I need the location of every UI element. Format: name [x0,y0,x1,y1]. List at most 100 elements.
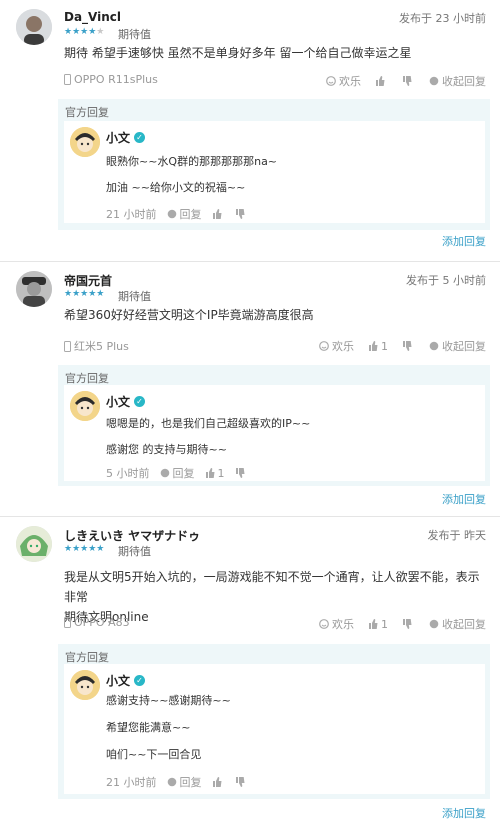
reply-button[interactable]: 回复 [167,206,202,222]
reply-meta: 21 小时前 回复 [106,206,245,222]
reply-meta: 5 小时前 回复 1 [106,465,245,481]
funny-button[interactable]: 欢乐 [326,73,361,89]
thumbs-down-icon [235,468,244,478]
reply-text-line: 希望您能满意~~ [106,721,191,734]
review-content: 期待 希望手速够快 虽然不是单身好多年 留一个给自己做幸运之星 [64,43,484,63]
reply-downvote-button[interactable] [235,209,245,219]
reply-time: 21 小时前 [106,776,157,789]
review-card: Da_Vincl ★★★★★ 期待值 发布于 23 小时前 期待 希望手速够快 … [0,0,500,262]
comment-icon [160,468,169,478]
phone-icon [64,340,71,352]
reply-text-line: 咱们~~下一回合见 [106,748,202,761]
posted-time: 发布于 昨天 [427,529,487,542]
reply-upvote-button[interactable]: 1 [205,467,225,480]
review-meta: OPPO A83 欢乐 1 收起回复 [64,616,486,634]
review-text-line: 我是从文明5开始入坑的，一局游戏能不知不觉一个通宵，让人欲罢不能，表示非常 [64,570,480,604]
review-actions: 欢乐 1 收起回复 [319,616,486,632]
phone-icon [64,74,71,85]
replier-avatar [70,127,100,157]
reply-meta: 21 小时前 回复 [106,774,245,790]
funny-button[interactable]: 欢乐 [319,616,354,632]
upvote-button[interactable] [375,76,388,86]
phone-icon [64,617,71,628]
thumbs-down-icon [235,777,244,787]
reply-downvote-button[interactable] [235,468,245,478]
thumbs-up-icon [369,619,378,629]
username[interactable]: 帝国元首 [64,272,112,289]
rating-label: 期待值 [118,545,151,558]
comment-icon [167,209,176,219]
replier-name: 小文 ✓ [106,672,146,689]
review-actions: 欢乐 1 收起回复 [319,338,486,354]
rating-stars: ★★★★★ [64,27,105,37]
device-name: OPPO A83 [74,616,130,629]
replier-avatar [70,670,100,700]
smile-icon [326,76,336,86]
add-reply-link[interactable]: 添加回复 [442,233,486,249]
smile-icon [319,619,329,629]
review-meta: 红米5 Plus 欢乐 1 收起回复 [64,338,486,356]
official-reply-title: 官方回复 [65,372,109,385]
comment-icon [429,76,439,86]
reply-button[interactable]: 回复 [167,774,202,790]
replier-avatar [70,391,100,421]
reply-text-line: 加油 ~~给你小文的祝福~~ [106,181,246,194]
thumbs-up-icon [376,76,385,86]
official-reply-box: 官方回复 小文 ✓ 眼熟你~~水Q群的那那那那那na~ 加油 ~~给你小文的祝福~… [58,99,490,230]
thumbs-up-icon [205,468,214,478]
reply-text-line: 感谢您 的支持与期待~~ [106,443,227,456]
device-info: OPPO A83 [64,616,130,629]
thumbs-down-icon [403,619,412,629]
official-reply-box: 官方回复 小文 ✓ 感谢支持~~感谢期待~~ 希望您能满意~~ 咱们~~下一回合见… [58,644,490,799]
verified-icon: ✓ [134,675,146,686]
user-avatar[interactable] [16,9,52,45]
device-name: OPPO R11sPlus [74,73,158,86]
funny-button[interactable]: 欢乐 [319,338,354,354]
collapse-replies-button[interactable]: 收起回复 [429,73,486,89]
reply-upvote-button[interactable] [212,209,225,219]
reply-text-line: 眼熟你~~水Q群的那那那那那na~ [106,155,278,168]
upvote-button[interactable]: 1 [368,618,388,631]
reply-text-line: 嗯嗯是的，也是我们自己超级喜欢的IP~~ [106,417,311,430]
reply-text-line: 感谢支持~~感谢期待~~ [106,694,231,707]
comment-icon [429,619,439,629]
official-reply-box: 官方回复 小文 ✓ 嗯嗯是的，也是我们自己超级喜欢的IP~~ 感谢您 的支持与期待… [58,365,490,486]
reply-upvote-button[interactable] [212,777,225,787]
device-name: 红米5 Plus [74,340,129,353]
add-reply-link[interactable]: 添加回复 [442,805,486,821]
username[interactable]: しきえいき ヤマザナドゥ [64,527,200,544]
posted-time: 发布于 23 小时前 [399,12,486,25]
reply-time: 5 小时前 [106,467,150,480]
downvote-button[interactable] [402,341,415,351]
downvote-button[interactable] [402,619,415,629]
official-reply-title: 官方回复 [65,106,109,119]
review-card: しきえいき ヤマザナドゥ ★★★★★ 期待值 发布于 昨天 我是从文明5开始入坑… [0,517,500,829]
reply-downvote-button[interactable] [235,777,245,787]
upvote-button[interactable]: 1 [368,340,388,353]
verified-icon: ✓ [134,132,146,143]
review-meta: OPPO R11sPlus 欢乐 收起回复 [64,73,486,91]
replier-name: 小文 ✓ [106,129,146,146]
reply-time: 21 小时前 [106,208,157,221]
verified-icon: ✓ [134,396,146,407]
smile-icon [319,341,329,351]
reply-card: 小文 ✓ 感谢支持~~感谢期待~~ 希望您能满意~~ 咱们~~下一回合见 21 小… [64,664,485,794]
thumbs-down-icon [403,341,412,351]
review-content: 希望360好好经营文明这个IP毕竟端游高度很高 [64,305,484,325]
rating-stars: ★★★★★ [64,544,105,554]
add-reply-link[interactable]: 添加回复 [442,491,486,507]
rating-label: 期待值 [118,28,151,41]
official-reply-title: 官方回复 [65,651,109,664]
downvote-button[interactable] [402,76,415,86]
reply-card: 小文 ✓ 眼熟你~~水Q群的那那那那那na~ 加油 ~~给你小文的祝福~~ 21 … [64,121,485,223]
thumbs-down-icon [403,76,412,86]
username[interactable]: Da_Vincl [64,10,121,24]
collapse-replies-button[interactable]: 收起回复 [429,616,486,632]
user-avatar[interactable] [16,526,52,562]
reply-card: 小文 ✓ 嗯嗯是的，也是我们自己超级喜欢的IP~~ 感谢您 的支持与期待~~ 5 … [64,385,485,481]
comment-icon [167,777,176,787]
replier-name: 小文 ✓ [106,393,146,410]
reply-button[interactable]: 回复 [160,465,195,481]
collapse-replies-button[interactable]: 收起回复 [429,338,486,354]
user-avatar[interactable] [16,271,52,307]
